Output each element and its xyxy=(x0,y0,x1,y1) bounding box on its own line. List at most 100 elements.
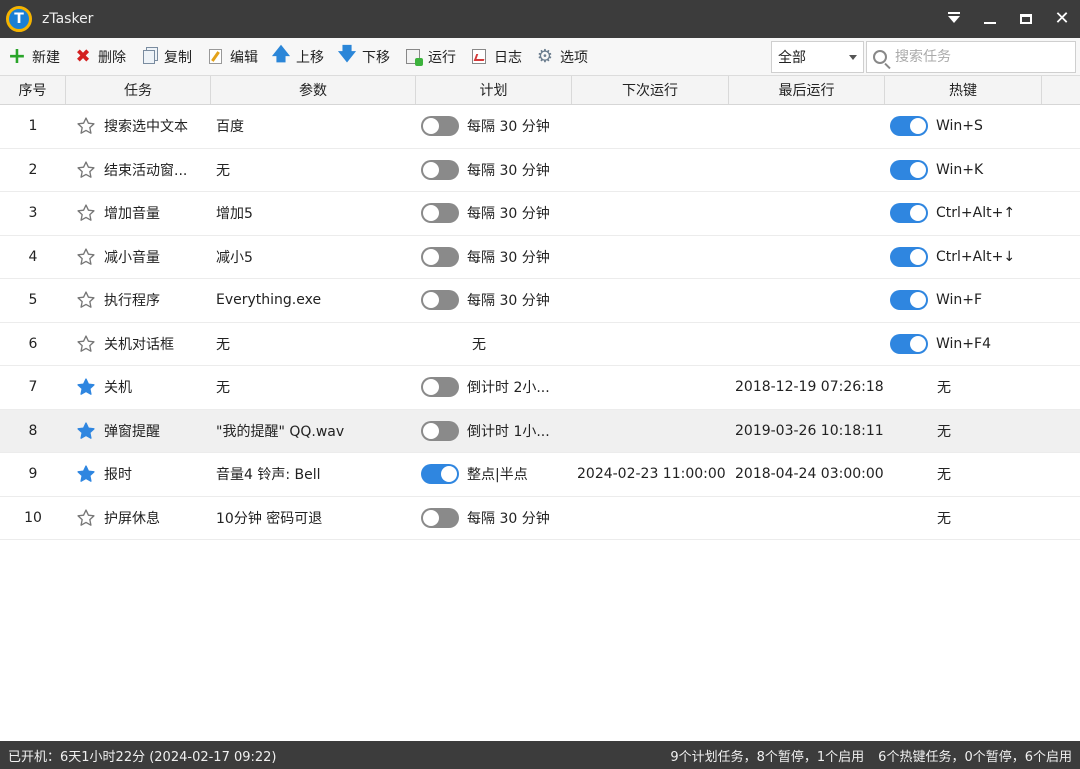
x-icon: ✖ xyxy=(75,46,91,67)
options-button[interactable]: ⚙ 选项 xyxy=(530,42,594,72)
star-icon[interactable] xyxy=(76,464,96,484)
close-button[interactable]: ✕ xyxy=(1044,0,1080,38)
table-row[interactable]: 4 减小音量 减小5 每隔 30 分钟 Ctrl+Alt+↓ xyxy=(0,236,1080,279)
hotkey-text: Win+K xyxy=(936,161,984,178)
column-header-filler xyxy=(1042,76,1080,104)
star-icon[interactable] xyxy=(76,334,96,354)
column-header-task[interactable]: 任务 xyxy=(66,76,211,104)
delete-button[interactable]: ✖ 删除 xyxy=(68,42,132,72)
plan-toggle[interactable] xyxy=(421,159,459,180)
new-label: 新建 xyxy=(32,49,60,66)
filter-select[interactable]: 全部 xyxy=(771,41,864,73)
plan-toggle[interactable] xyxy=(421,507,459,528)
hotkey-toggle[interactable] xyxy=(890,203,928,224)
table-row[interactable]: 8 弹窗提醒 "我的提醒" QQ.wav 倒计时 1小... 2019-03-26 10… xyxy=(0,409,1080,453)
plan-toggle[interactable] xyxy=(421,464,459,485)
param-cell: "我的提醒" QQ.wav xyxy=(216,423,345,440)
plan-toggle[interactable] xyxy=(421,290,459,311)
star-icon[interactable] xyxy=(76,508,96,528)
row-number: 7 xyxy=(28,379,38,396)
move-up-button[interactable]: 🡅 上移 xyxy=(266,42,330,72)
hotkey-toggle[interactable] xyxy=(890,246,928,267)
table-row[interactable]: 6 关机对话框 无 无 Win+F4 xyxy=(0,323,1080,366)
hotkey-text: Win+F4 xyxy=(936,335,991,352)
hotkey-toggle[interactable] xyxy=(890,116,928,137)
star-icon[interactable] xyxy=(76,116,96,136)
task-cell: 搜索选中文本 xyxy=(66,105,211,148)
new-button[interactable]: + 新建 xyxy=(2,42,66,72)
plan-cell: 整点|半点 xyxy=(416,453,572,496)
column-header-next-run[interactable]: 下次运行 xyxy=(572,76,729,104)
table-row[interactable]: 3 增加音量 增加5 每隔 30 分钟 Ctrl+Alt+↑ xyxy=(0,192,1080,236)
last-run-cell xyxy=(729,192,885,235)
window-title: zTasker xyxy=(42,11,94,27)
column-header-hotkey[interactable]: 热键 xyxy=(885,76,1042,104)
plan-toggle[interactable] xyxy=(421,246,459,267)
next-run-cell xyxy=(572,497,729,540)
move-down-button[interactable]: 🡇 下移 xyxy=(332,42,396,72)
hotkey-cell: 无 xyxy=(885,366,1042,409)
delete-label: 删除 xyxy=(98,49,126,66)
minimize-button[interactable] xyxy=(972,0,1008,38)
status-bar: 已开机：6天1小时22分 (2024-02-17 09:22) 9个计划任务，8… xyxy=(0,741,1080,769)
star-icon[interactable] xyxy=(76,290,96,310)
run-button[interactable]: 运行 xyxy=(398,42,462,72)
search-box xyxy=(866,41,1076,73)
status-summary: 9个计划任务，8个暂停，1个启用 6个热键任务，0个暂停，6个启用 xyxy=(670,746,1072,765)
plan-toggle[interactable] xyxy=(421,377,459,398)
column-header-plan[interactable]: 计划 xyxy=(416,76,572,104)
column-header-param[interactable]: 参数 xyxy=(211,76,416,104)
edit-button[interactable]: 编辑 xyxy=(200,42,264,72)
task-cell: 关机对话框 xyxy=(66,323,211,366)
maximize-icon xyxy=(1020,14,1032,24)
search-input[interactable] xyxy=(895,49,1065,65)
plan-cell: 倒计时 1小... xyxy=(416,410,572,453)
table-row[interactable]: 9 报时 音量4 铃声: Bell 整点|半点 2024-02-23 11:00:00 2… xyxy=(0,453,1080,497)
table-row[interactable]: 7 关机 无 倒计时 2小... 2018-12-19 07:26:18 无 xyxy=(0,366,1080,410)
task-cell: 执行程序 xyxy=(66,279,211,322)
plan-toggle[interactable] xyxy=(421,420,459,441)
hotkey-toggle[interactable] xyxy=(890,333,928,354)
plan-summary: 9个计划任务，8个暂停，1个启用 xyxy=(670,749,865,765)
last-run-cell xyxy=(729,279,885,322)
hotkey-cell: Ctrl+Alt+↑ xyxy=(885,192,1042,235)
star-icon[interactable] xyxy=(76,377,96,397)
row-number: 1 xyxy=(28,118,38,135)
hotkey-cell: Win+K xyxy=(885,149,1042,192)
star-icon[interactable] xyxy=(76,203,96,223)
star-icon[interactable] xyxy=(76,247,96,267)
run-label: 运行 xyxy=(428,49,456,66)
table-row[interactable]: 5 执行程序 Everything.exe 每隔 30 分钟 Win+F xyxy=(0,279,1080,323)
last-run-cell xyxy=(729,323,885,366)
plan-text: 倒计时 2小... xyxy=(467,380,550,397)
plan-cell: 每隔 30 分钟 xyxy=(416,192,572,235)
hotkey-toggle[interactable] xyxy=(890,290,928,311)
plan-cell: 每隔 30 分钟 xyxy=(416,105,572,148)
next-run-cell xyxy=(572,192,729,235)
filler-cell xyxy=(1042,497,1080,540)
log-button[interactable]: 日志 xyxy=(464,42,528,72)
table-row[interactable]: 10 护屏休息 10分钟 密码可退 每隔 30 分钟 无 xyxy=(0,497,1080,540)
next-run-cell xyxy=(572,279,729,322)
hotkey-text: 无 xyxy=(937,510,951,527)
star-icon[interactable] xyxy=(76,421,96,441)
table-row[interactable]: 2 结束活动窗... 无 每隔 30 分钟 Win+K xyxy=(0,149,1080,192)
edit-icon xyxy=(206,48,224,66)
copy-button[interactable]: 复制 xyxy=(134,42,198,72)
column-header-no[interactable]: 序号 xyxy=(0,76,66,104)
param-cell: 增加5 xyxy=(216,206,253,223)
gear-icon: ⚙ xyxy=(536,46,554,67)
hotkey-toggle[interactable] xyxy=(890,159,928,180)
menu-dropdown-button[interactable] xyxy=(936,0,972,38)
maximize-button[interactable] xyxy=(1008,0,1044,38)
next-run-cell xyxy=(572,323,729,366)
plan-text: 每隔 30 分钟 xyxy=(467,206,550,223)
next-run-cell xyxy=(572,366,729,409)
plan-toggle[interactable] xyxy=(421,116,459,137)
column-header-last-run[interactable]: 最后运行 xyxy=(729,76,885,104)
plus-icon: + xyxy=(7,43,27,69)
star-icon[interactable] xyxy=(76,160,96,180)
hotkey-cell: Ctrl+Alt+↓ xyxy=(885,236,1042,279)
table-row[interactable]: 1 搜索选中文本 百度 每隔 30 分钟 Win+S xyxy=(0,105,1080,149)
plan-toggle[interactable] xyxy=(421,203,459,224)
